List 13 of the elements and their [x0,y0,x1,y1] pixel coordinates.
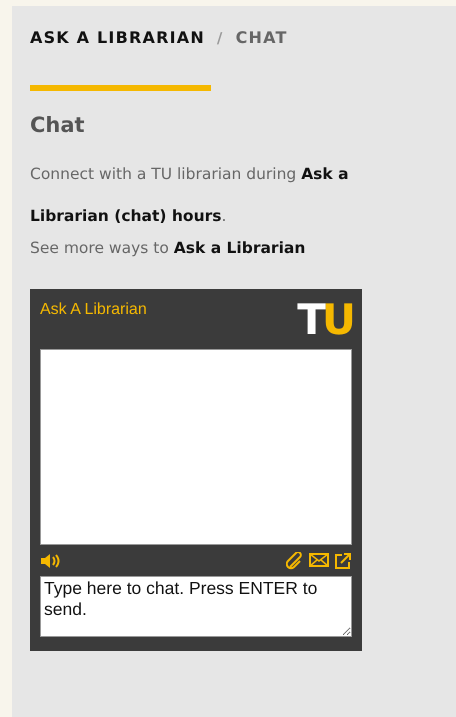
chat-input-field[interactable]: Type here to chat. Press ENTER to send. [40,576,352,637]
breadcrumb-current[interactable]: CHAT [236,28,288,47]
external-link-icon[interactable] [334,552,352,570]
widget-title: Ask A Librarian [40,301,147,319]
breadcrumb-link[interactable]: ASK A LIBRARIAN [30,28,205,47]
section-heading: Chat [30,113,86,137]
envelope-icon[interactable] [309,552,329,568]
breadcrumb-separator: / [216,28,224,46]
paperclip-icon[interactable] [286,552,304,570]
speaker-icon[interactable] [40,552,60,568]
intro-paragraph: Connect with a TU librarian during Ask a Librarian (chat) hours. [30,164,350,227]
logo: TU [297,299,352,341]
intro-paragraph: See more ways to Ask a Librarian [30,238,306,259]
